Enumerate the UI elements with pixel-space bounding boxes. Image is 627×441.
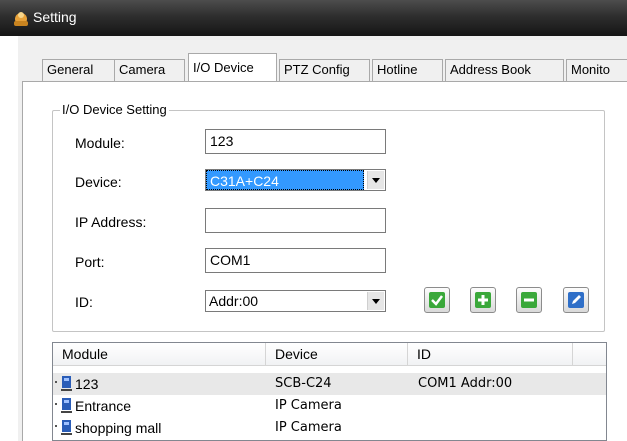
list-row[interactable]: 123 SCB-C24 COM1 Addr:00 — [53, 373, 606, 395]
module-label: Module: — [75, 135, 125, 151]
row-module: 123 — [75, 376, 99, 392]
add-button[interactable] — [470, 287, 496, 313]
row-module: shopping mall — [75, 420, 162, 436]
row-device: IP Camera — [275, 398, 342, 413]
row-device: SCB-C24 — [275, 376, 332, 391]
edit-icon — [568, 292, 584, 308]
row-marker — [55, 381, 57, 383]
group-title: I/O Device Setting — [60, 102, 169, 117]
row-id: COM1 Addr:00 — [418, 376, 513, 391]
id-select-value: Addr:00 — [209, 293, 259, 309]
tab-address-book[interactable]: Address Book — [445, 59, 564, 81]
title-bar: Setting — [0, 0, 627, 36]
minus-icon — [521, 292, 537, 308]
tab-strip: General Camera I/O Device PTZ Config Hot… — [22, 53, 627, 81]
tab-io-device[interactable]: I/O Device — [188, 53, 277, 81]
id-label: ID: — [75, 294, 93, 310]
device-icon — [61, 420, 72, 435]
device-dropdown-arrow[interactable] — [367, 171, 384, 189]
row-module: Entrance — [75, 398, 132, 414]
device-label: Device: — [75, 174, 122, 190]
device-icon — [61, 376, 72, 391]
module-field[interactable]: 123 — [205, 129, 386, 154]
row-device: IP Camera — [275, 420, 342, 435]
check-icon — [429, 292, 445, 308]
list-row[interactable]: shopping mall IP Camera — [53, 417, 606, 439]
tab-ptz-config[interactable]: PTZ Config — [279, 59, 370, 81]
column-id[interactable]: ID — [408, 343, 573, 366]
column-module[interactable]: Module — [53, 343, 266, 366]
ip-address-field[interactable] — [205, 208, 386, 233]
device-list[interactable]: Module Device ID 123 SCB-C24 COM1 Addr:0… — [52, 342, 607, 441]
id-select[interactable]: Addr:00 — [205, 290, 386, 312]
ip-address-label: IP Address: — [75, 214, 147, 230]
row-marker — [55, 425, 57, 427]
column-device[interactable]: Device — [266, 343, 408, 366]
tab-hotline[interactable]: Hotline — [372, 59, 443, 81]
device-select-value: C31A+C24 — [206, 170, 364, 190]
port-label: Port: — [75, 254, 105, 270]
tab-camera[interactable]: Camera — [114, 59, 185, 81]
plus-icon — [475, 292, 491, 308]
confirm-button[interactable] — [424, 287, 450, 313]
list-header: Module Device ID — [53, 343, 606, 366]
app-icon — [14, 12, 28, 26]
edit-button[interactable] — [563, 287, 589, 313]
row-marker — [55, 403, 57, 405]
list-row[interactable]: Entrance IP Camera — [53, 395, 606, 417]
window-title: Setting — [33, 9, 77, 25]
remove-button[interactable] — [516, 287, 542, 313]
tab-general[interactable]: General — [42, 59, 115, 81]
tab-monitor[interactable]: Monito — [566, 59, 627, 81]
id-dropdown-arrow[interactable] — [367, 292, 384, 310]
device-select[interactable]: C31A+C24 — [205, 169, 386, 191]
port-field[interactable]: COM1 — [205, 248, 386, 273]
device-icon — [61, 398, 72, 413]
